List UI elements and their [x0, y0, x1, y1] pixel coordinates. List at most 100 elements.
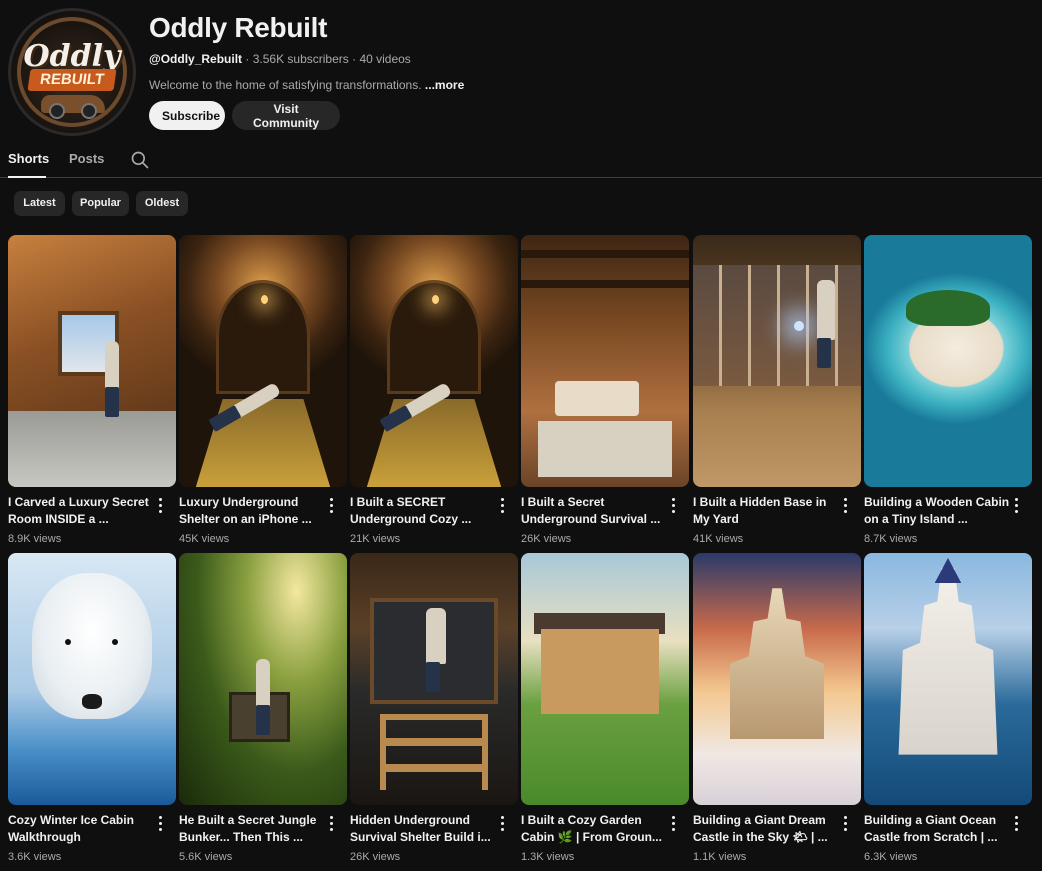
short-card[interactable]: I Carved a Luxury Secret Room INSIDE a .… [8, 235, 176, 545]
video-count: 40 videos [359, 52, 411, 66]
short-thumbnail[interactable] [864, 235, 1032, 487]
short-thumbnail[interactable] [350, 235, 518, 487]
short-card[interactable]: Hidden Underground Survival Shelter Buil… [350, 553, 518, 863]
short-title[interactable]: I Carved a Luxury Secret Room INSIDE a .… [8, 494, 156, 528]
channel-tabs: Shorts Posts [0, 140, 1042, 178]
short-thumbnail[interactable] [693, 553, 861, 805]
filter-oldest[interactable]: Oldest [136, 191, 188, 216]
short-title[interactable]: I Built a Secret Underground Survival ..… [521, 494, 669, 528]
short-view-count: 26K views [350, 851, 401, 863]
filter-popular[interactable]: Popular [72, 191, 129, 216]
short-title[interactable]: Cozy Winter Ice Cabin Walkthrough [8, 812, 156, 846]
short-thumbnail[interactable] [864, 553, 1032, 805]
filter-latest[interactable]: Latest [14, 191, 65, 216]
short-card[interactable]: I Built a SECRET Underground Cozy ... 21K… [350, 235, 518, 545]
short-thumbnail[interactable] [521, 235, 689, 487]
more-options-icon[interactable] [843, 498, 849, 514]
castle-spire [934, 558, 962, 584]
short-thumbnail[interactable] [179, 553, 347, 805]
tunnel-floor [366, 398, 502, 487]
short-thumbnail[interactable] [350, 553, 518, 805]
bear-eye [65, 638, 72, 645]
more-options-icon[interactable] [158, 816, 164, 832]
active-tab-indicator [8, 176, 46, 178]
short-card[interactable]: I Built a Cozy Garden Cabin 🌿 | From Gro… [521, 553, 689, 863]
short-view-count: 45K views [179, 533, 230, 545]
short-thumbnail[interactable] [8, 235, 176, 487]
meta-separator: · [242, 52, 253, 66]
short-title[interactable]: Building a Giant Dream Castle in the Sky… [693, 812, 841, 846]
visit-community-button[interactable]: Visit Community [232, 101, 340, 130]
short-thumbnail[interactable] [8, 553, 176, 805]
more-options-icon[interactable] [329, 816, 335, 832]
car-icon [41, 95, 105, 119]
more-options-icon[interactable] [500, 498, 506, 514]
sky-castle [729, 588, 825, 740]
tab-shorts[interactable]: Shorts [8, 151, 49, 166]
short-title[interactable]: He Built a Secret Jungle Bunker... Then … [179, 812, 327, 846]
more-options-icon[interactable] [671, 816, 677, 832]
short-title[interactable]: Luxury Underground Shelter on an iPhone … [179, 494, 327, 528]
bear-nose [81, 694, 103, 710]
short-view-count: 8.9K views [8, 533, 62, 545]
short-card[interactable]: Luxury Underground Shelter on an iPhone … [179, 235, 347, 545]
builder-figure [425, 608, 446, 693]
builder-figure [256, 658, 271, 735]
channel-title: Oddly Rebuilt [149, 12, 328, 43]
short-view-count: 41K views [693, 533, 744, 545]
more-link[interactable]: ...more [425, 78, 464, 92]
channel-meta: @Oddly_Rebuilt · 3.56K subscribers · 40 … [149, 52, 411, 66]
more-options-icon[interactable] [843, 816, 849, 832]
work-light [793, 320, 804, 331]
short-card[interactable]: Building a Giant Ocean Castle from Scrat… [864, 553, 1032, 863]
bed [554, 381, 639, 417]
short-title[interactable]: Building a Giant Ocean Castle from Scrat… [864, 812, 1012, 846]
short-view-count: 8.7K views [864, 533, 918, 545]
short-view-count: 21K views [350, 533, 401, 545]
room-floor [8, 411, 176, 487]
bear-eye [112, 638, 119, 645]
short-view-count: 1.1K views [693, 851, 747, 863]
short-title[interactable]: I Built a SECRET Underground Cozy ... [350, 494, 498, 528]
short-view-count: 6.3K views [864, 851, 918, 863]
short-title[interactable]: Building a Wooden Cabin on a Tiny Island… [864, 494, 1012, 528]
ocean-castle [898, 568, 998, 755]
short-thumbnail[interactable] [521, 553, 689, 805]
more-options-icon[interactable] [671, 498, 677, 514]
short-title[interactable]: Hidden Underground Survival Shelter Buil… [350, 812, 498, 846]
meta-separator: · [348, 52, 360, 66]
short-card[interactable]: I Built a Hidden Base in My Yard 41K view… [693, 235, 861, 545]
builder-figure [105, 340, 120, 417]
floor-frame [380, 714, 488, 790]
more-options-icon[interactable] [500, 816, 506, 832]
description-text: Welcome to the home of satisfying transf… [149, 78, 425, 92]
more-options-icon[interactable] [158, 498, 164, 514]
short-view-count: 1.3K views [521, 851, 575, 863]
rug [537, 421, 673, 477]
subscribe-button[interactable]: Subscribe [149, 101, 225, 130]
short-view-count: 3.6K views [8, 851, 62, 863]
short-card[interactable]: Building a Giant Dream Castle in the Sky… [693, 553, 861, 863]
more-options-icon[interactable] [329, 498, 335, 514]
more-options-icon[interactable] [1014, 816, 1020, 832]
short-card[interactable]: He Built a Secret Jungle Bunker... Then … [179, 553, 347, 863]
wall-framing [693, 265, 861, 387]
short-thumbnail[interactable] [179, 235, 347, 487]
short-card[interactable]: Cozy Winter Ice Cabin Walkthrough 3.6K vi… [8, 553, 176, 863]
short-thumbnail[interactable] [693, 235, 861, 487]
channel-handle: @Oddly_Rebuilt [149, 52, 243, 66]
short-card[interactable]: I Built a Secret Underground Survival ..… [521, 235, 689, 545]
channel-avatar[interactable]: Oddly REBUILT [8, 8, 136, 136]
channel-header: Oddly REBUILT Oddly Rebuilt @Oddly_Rebui… [0, 0, 1042, 140]
logo-word-rebuilt: REBUILT [27, 69, 117, 91]
ceiling-beam [521, 250, 689, 259]
short-view-count: 5.6K views [179, 851, 233, 863]
channel-description[interactable]: Welcome to the home of satisfying transf… [149, 78, 464, 92]
tab-posts[interactable]: Posts [69, 151, 104, 166]
builder-figure [817, 280, 836, 369]
more-options-icon[interactable] [1014, 498, 1020, 514]
short-card[interactable]: Building a Wooden Cabin on a Tiny Island… [864, 235, 1032, 545]
short-title[interactable]: I Built a Cozy Garden Cabin 🌿 | From Gro… [521, 812, 669, 846]
search-icon[interactable] [130, 150, 150, 170]
short-title[interactable]: I Built a Hidden Base in My Yard [693, 494, 841, 528]
